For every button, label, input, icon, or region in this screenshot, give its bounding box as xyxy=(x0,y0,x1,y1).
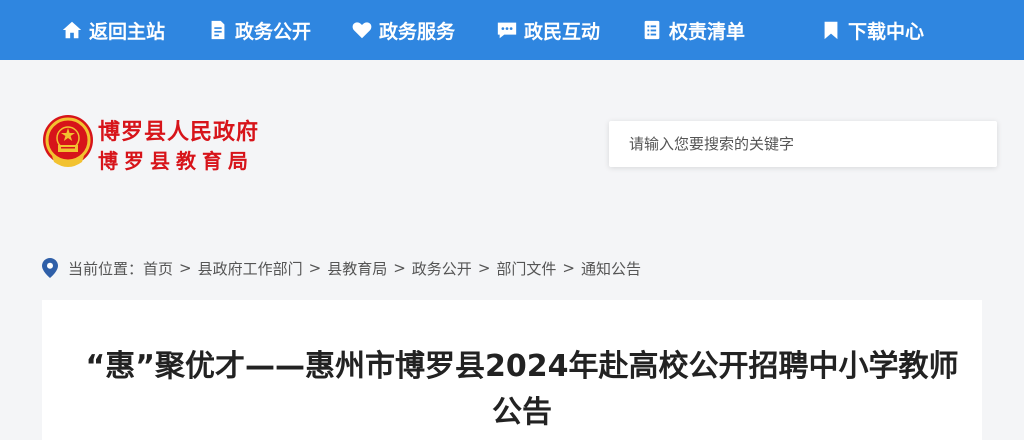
breadcrumb-home[interactable]: 首页 xyxy=(143,258,173,279)
article-title: “惠”聚优才——惠州市博罗县2024年赴高校公开招聘中小学教师公告 xyxy=(85,349,959,430)
breadcrumb-separator: > xyxy=(562,259,575,277)
nav-item-government-affairs[interactable]: 政务公开 xyxy=(207,0,311,60)
nav-item-label: 下载中心 xyxy=(848,20,925,43)
heart-icon xyxy=(352,22,372,39)
home-icon xyxy=(62,21,82,39)
breadcrumb-notices[interactable]: 通知公告 xyxy=(581,258,641,279)
nav-item-label: 政务公开 xyxy=(235,20,312,43)
breadcrumb-department-documents[interactable]: 部门文件 xyxy=(496,258,556,279)
nav-item-label: 权责清单 xyxy=(669,20,746,43)
nav-item-home[interactable]: 返回主站 xyxy=(61,0,165,60)
breadcrumb-county-departments[interactable]: 县政府工作部门 xyxy=(198,258,303,279)
list-icon xyxy=(644,20,660,40)
bookmark-icon xyxy=(824,21,838,40)
nav-item-label: 政务服务 xyxy=(379,20,456,43)
breadcrumb: 当前位置： 首页 > 县政府工作部门 > 县教育局 > 政务公开 > 部门文件 … xyxy=(42,256,641,280)
nav-item-label: 返回主站 xyxy=(89,20,166,43)
logo-title-government: 博罗县人民政府 xyxy=(98,119,260,145)
site-logo[interactable]: 博罗县人民政府 博罗县教育局 xyxy=(42,114,282,178)
logo-title-education-bureau: 博罗县教育局 xyxy=(98,149,254,173)
search-input[interactable] xyxy=(609,121,997,167)
search-box xyxy=(609,121,997,167)
nav-item-public-interaction[interactable]: 政民互动 xyxy=(496,0,600,60)
breadcrumb-separator: > xyxy=(477,259,491,277)
breadcrumb-separator: > xyxy=(308,259,322,277)
nav-item-government-services[interactable]: 政务服务 xyxy=(351,0,455,60)
top-navigation-bar: 返回主站 政务公开 政务服务 政民互动 权责清单 下载中心 xyxy=(0,0,1024,60)
location-pin-icon xyxy=(42,258,58,278)
chat-icon xyxy=(497,22,517,39)
breadcrumb-separator: > xyxy=(179,259,192,277)
breadcrumb-government-affairs[interactable]: 政务公开 xyxy=(412,258,472,279)
breadcrumb-prefix: 当前位置： xyxy=(68,259,144,278)
breadcrumb-education-bureau[interactable]: 县教育局 xyxy=(327,258,387,279)
breadcrumb-separator: > xyxy=(393,259,406,277)
nav-item-download-center[interactable]: 下载中心 xyxy=(820,0,924,60)
site-header: 博罗县人民政府 博罗县教育局 xyxy=(0,60,1024,230)
nav-item-label: 政民互动 xyxy=(524,20,601,43)
article-card: “惠”聚优才——惠州市博罗县2024年赴高校公开招聘中小学教师公告 xyxy=(42,300,982,440)
nav-item-responsibility-list[interactable]: 权责清单 xyxy=(641,0,745,60)
document-icon xyxy=(211,20,225,40)
national-emblem-icon xyxy=(43,115,93,167)
